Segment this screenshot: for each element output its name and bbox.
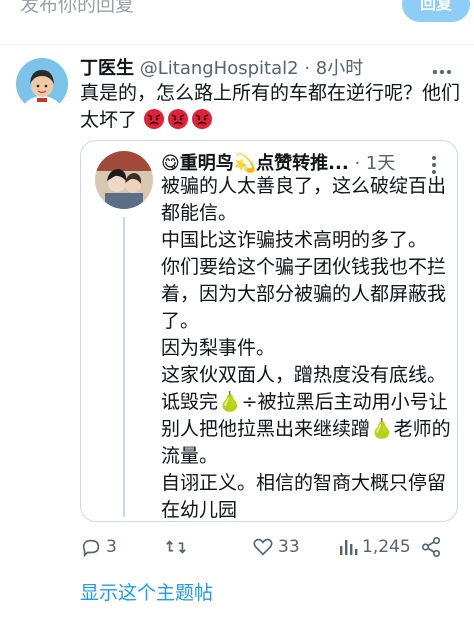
- quoted-paragraph: 中国比这诈骗技术高明的多了。: [161, 229, 428, 251]
- like-count: 33: [278, 537, 300, 557]
- tweet-text: 真是的，怎么路上所有的车都在逆行呢？他们太坏了: [80, 80, 460, 134]
- angry-face-icon: [168, 109, 189, 129]
- share-action[interactable]: [420, 536, 446, 558]
- angry-face-icon: [144, 109, 165, 129]
- quoted-time[interactable]: · 1天: [354, 153, 395, 174]
- quoted-paragraph: 你们要给这个骗子团伙钱我也不拦着，因为大部分被骗的人都屏蔽我了。: [161, 256, 447, 332]
- quoted-author-name[interactable]: 😋重明鸟💫点赞转推...: [161, 153, 349, 174]
- thread-connector-line: [123, 217, 125, 517]
- reply-icon: [82, 539, 100, 558]
- tweet-text-content: 真是的，怎么路上所有的车都在逆行呢？他们太坏了: [80, 82, 461, 131]
- retweet-action[interactable]: [164, 536, 192, 558]
- reply-input[interactable]: 发布你的回复: [20, 0, 134, 17]
- author-handle[interactable]: @LitangHospital2: [140, 58, 299, 79]
- heart-icon: [253, 538, 273, 556]
- tweet-action-bar: 3 33 1,245: [80, 536, 450, 564]
- tweet-header: 丁医生 @LitangHospital2 · 8小时: [80, 54, 363, 80]
- quoted-text: 被骗的人太善良了，这么破绽百出都能信。 中国比这诈骗技术高明的多了。 你们要给这…: [161, 173, 451, 524]
- quoted-header: 😋重明鸟💫点赞转推... · 1天: [161, 149, 395, 175]
- quoted-paragraph: 这家伙双面人，蹭热度没有底线。诋毁完🍐÷被拉黑后主动用小号让别人把他拉黑出来继续…: [161, 364, 451, 467]
- share-icon: [421, 537, 441, 557]
- author-avatar[interactable]: [16, 58, 68, 110]
- quoted-tweet[interactable]: 😋重明鸟💫点赞转推... · 1天 被骗的人太善良了，这么破绽百出都能信。 中国…: [80, 140, 458, 522]
- reply-compose-bar: 发布你的回复 回复: [0, 0, 474, 45]
- show-thread-link[interactable]: 显示这个主题帖: [80, 578, 213, 605]
- quoted-paragraph: 因为梨事件。: [161, 337, 276, 359]
- views-chart-icon: [340, 540, 358, 555]
- quoted-author-avatar[interactable]: [95, 151, 153, 209]
- tweet-time[interactable]: · 8小时: [304, 58, 363, 79]
- angry-face-icon: [192, 109, 213, 129]
- views-action[interactable]: 1,245: [338, 536, 411, 558]
- like-action[interactable]: 33: [252, 536, 300, 558]
- reply-action[interactable]: 3: [80, 536, 117, 558]
- author-name[interactable]: 丁医生: [80, 58, 134, 79]
- more-options-icon[interactable]: [432, 60, 452, 79]
- quoted-paragraph: 被骗的人太善良了，这么破绽百出都能信。: [161, 175, 447, 224]
- retweet-icon: [166, 540, 186, 554]
- quoted-paragraph: 自诩正义。相信的智商大概只停留在幼儿园: [161, 472, 447, 521]
- view-count: 1,245: [362, 537, 411, 557]
- reply-submit-button[interactable]: 回复: [402, 0, 470, 22]
- reply-count: 3: [106, 537, 117, 557]
